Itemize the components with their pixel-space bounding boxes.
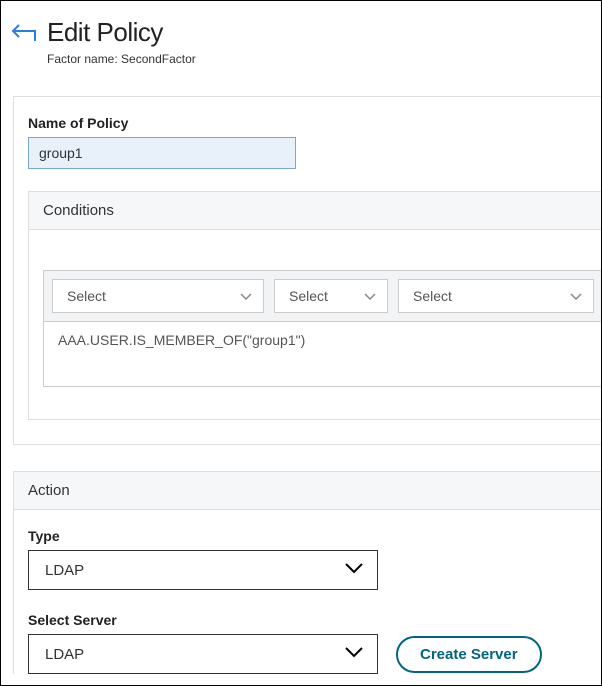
select-server-label: Select Server xyxy=(28,612,601,628)
type-label: Type xyxy=(28,528,601,544)
type-select[interactable]: LDAP xyxy=(28,550,378,590)
server-select[interactable]: LDAP xyxy=(28,634,378,674)
chevron-down-icon xyxy=(569,288,583,304)
page-title: Edit Policy xyxy=(47,17,196,48)
chevron-down-icon xyxy=(343,645,365,663)
condition-select-3[interactable]: Select xyxy=(398,279,594,313)
create-server-button[interactable]: Create Server xyxy=(396,636,542,673)
condition-select-2[interactable]: Select xyxy=(274,279,388,313)
action-header: Action xyxy=(14,472,601,510)
chevron-down-icon xyxy=(343,561,365,579)
condition-select-row: Select Select Select xyxy=(43,270,601,322)
factor-name-subtitle: Factor name: SecondFactor xyxy=(47,52,196,66)
back-arrow-icon[interactable] xyxy=(11,21,39,48)
condition-expression[interactable]: AAA.USER.IS_MEMBER_OF("group1") xyxy=(43,322,601,387)
condition-select-1[interactable]: Select xyxy=(52,279,264,313)
conditions-header: Conditions xyxy=(29,192,601,230)
chevron-down-icon xyxy=(363,288,377,304)
policy-name-input[interactable] xyxy=(28,137,296,169)
policy-name-label: Name of Policy xyxy=(28,115,601,131)
chevron-down-icon xyxy=(239,288,253,304)
